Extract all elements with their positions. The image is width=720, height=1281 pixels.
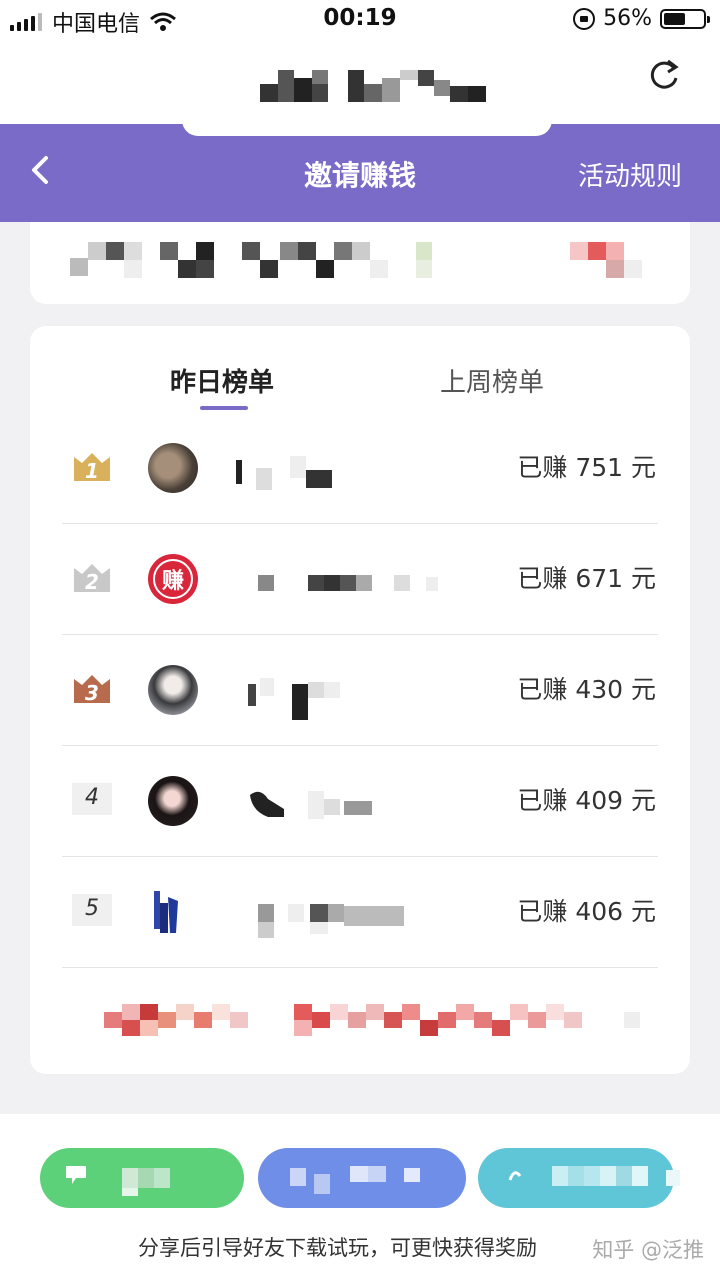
- share-area: 分享后引导好友下载试玩，可更快获得奖励 知乎 @泛推: [0, 1114, 720, 1281]
- refresh-icon[interactable]: [646, 58, 682, 94]
- rank-number: 2: [85, 570, 99, 594]
- battery-fill: [664, 12, 685, 25]
- blurred-button-label: [290, 1166, 420, 1194]
- browser-title-bar: [0, 40, 720, 124]
- watermark: 知乎 @泛推: [592, 1238, 704, 1262]
- page-header: 邀请赚钱 活动规则: [0, 124, 720, 222]
- status-right: 56%: [573, 6, 710, 31]
- avatar-text: 赚: [153, 559, 193, 599]
- earned-amount: 已赚 406 元: [517, 897, 656, 926]
- share-hint: 分享后引导好友下载试玩，可更快获得奖励: [138, 1236, 537, 1260]
- ranking-row[interactable]: 4 已赚 409 元: [62, 745, 658, 857]
- avatar: 赚: [148, 554, 198, 604]
- blurred-page-title: [260, 70, 490, 102]
- battery-percent: 56%: [603, 6, 652, 31]
- blurred-username: [258, 575, 438, 591]
- avatar: [148, 776, 198, 826]
- earned-amount: 已赚 751 元: [517, 453, 656, 482]
- rotation-lock-icon: [573, 7, 596, 30]
- blurred-summary: [70, 242, 642, 278]
- rank-number: 4: [85, 785, 99, 810]
- tab-last-week[interactable]: 上周榜单: [440, 362, 544, 399]
- earned-amount: 已赚 409 元: [517, 786, 656, 815]
- blurred-button-label: [508, 1166, 680, 1186]
- rank-number: 5: [85, 896, 99, 921]
- avatar: [148, 665, 198, 715]
- ranking-card: 昨日榜单 上周榜单 1 已赚 751 元 2 赚 已赚 671 元 3 已赚 4…: [30, 326, 690, 1074]
- avatar: [148, 443, 198, 493]
- rank-badge: 5: [72, 894, 112, 926]
- activity-rules-link[interactable]: 活动规则: [578, 156, 682, 193]
- crown-icon: 2: [74, 564, 110, 594]
- active-tab-indicator: [200, 406, 248, 410]
- ranking-row[interactable]: 2 赚 已赚 671 元: [62, 523, 658, 635]
- summary-card: [30, 222, 690, 304]
- blurred-footer-text: [104, 1004, 640, 1036]
- title-underline-notch: [182, 120, 552, 136]
- ranking-row[interactable]: 1 已赚 751 元: [62, 412, 658, 524]
- battery-icon: [660, 8, 710, 29]
- earned-amount: 已赚 430 元: [517, 675, 656, 704]
- tab-yesterday[interactable]: 昨日榜单: [170, 362, 274, 399]
- avatar: [154, 891, 178, 933]
- share-wechat-button[interactable]: [40, 1148, 244, 1208]
- ranking-row[interactable]: 5 已赚 406 元: [62, 856, 658, 968]
- rank-number: 1: [85, 459, 99, 483]
- blurred-username: [248, 678, 340, 720]
- rank-badge: 4: [72, 783, 112, 815]
- share-moments-button[interactable]: [258, 1148, 466, 1208]
- status-bar: 中国电信 00:19 56%: [0, 0, 720, 40]
- blurred-username: [250, 791, 372, 819]
- blurred-button-label: [66, 1166, 170, 1196]
- earned-amount: 已赚 671 元: [517, 564, 656, 593]
- blurred-username: [236, 456, 332, 490]
- rank-number: 3: [85, 681, 99, 705]
- ranking-row[interactable]: 3 已赚 430 元: [62, 634, 658, 746]
- crown-icon: 1: [74, 453, 110, 483]
- blurred-username: [258, 904, 404, 938]
- share-qq-button[interactable]: [478, 1148, 680, 1208]
- crown-icon: 3: [74, 675, 110, 705]
